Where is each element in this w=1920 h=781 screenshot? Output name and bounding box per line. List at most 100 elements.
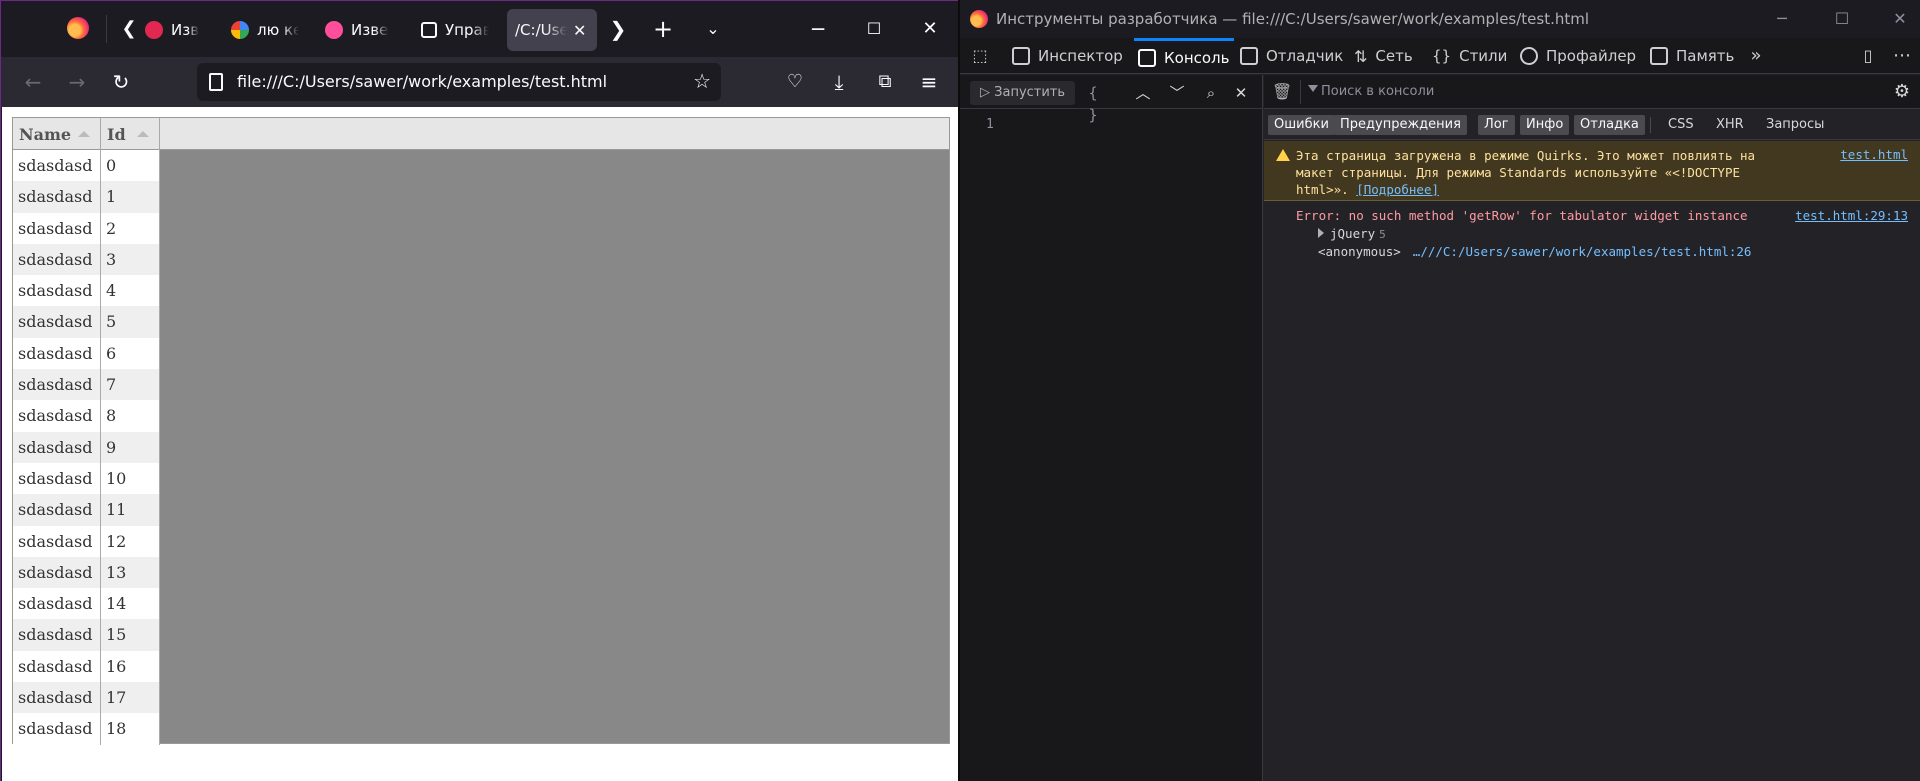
- table-row[interactable]: sdasdasd 15: [13, 619, 160, 651]
- trash-icon[interactable]: 🗑: [1272, 83, 1292, 101]
- maximize-icon[interactable]: ☐: [1828, 6, 1856, 32]
- tab-memory[interactable]: Память: [1650, 38, 1734, 74]
- table-row[interactable]: sdasdasd 13: [13, 556, 160, 589]
- line-number: 1: [986, 117, 994, 132]
- filter-errors-button[interactable]: Ошибки: [1268, 115, 1335, 135]
- table-row[interactable]: sdasdasd 18: [13, 713, 160, 745]
- tab-styles[interactable]: {} Стили: [1432, 38, 1507, 74]
- minimize-icon[interactable]: ─: [1768, 6, 1796, 32]
- tab-profiler[interactable]: Профайлер: [1520, 38, 1636, 74]
- table-row[interactable]: sdasdasd 11: [13, 494, 160, 526]
- table-row[interactable]: sdasdasd 9: [13, 431, 160, 463]
- chevron-down-icon[interactable]: ﹀: [1166, 82, 1188, 104]
- filter-requests-button[interactable]: Запросы: [1760, 115, 1830, 135]
- tab-inspector[interactable]: Инспектор: [1012, 38, 1123, 74]
- close-editor-icon[interactable]: ✕: [1230, 82, 1252, 104]
- pocket-icon[interactable]: ♡: [781, 68, 809, 96]
- table-row[interactable]: sdasdasd 5: [13, 306, 160, 338]
- learn-more-link[interactable]: [Подробнее]: [1356, 182, 1439, 197]
- minimize-icon[interactable]: ─: [804, 15, 832, 43]
- filter-debug-button[interactable]: Отладка: [1574, 115, 1645, 135]
- filter-xhr-button[interactable]: XHR: [1710, 115, 1750, 135]
- tab-active[interactable]: /C:/Use ✕: [507, 9, 597, 51]
- tab-network[interactable]: ⇅ Сеть: [1354, 38, 1413, 74]
- filter-log-button[interactable]: Лог: [1478, 115, 1515, 135]
- filter-separator: [1650, 117, 1651, 133]
- console-editor-pane: ▷ Запустить { } ︿ ﹀ ⌕ ✕ 1: [960, 75, 1263, 781]
- tab-label: Консоль: [1164, 48, 1230, 67]
- firefox-logo-icon[interactable]: [67, 17, 89, 39]
- close-window-icon[interactable]: ✕: [916, 15, 944, 43]
- table-row[interactable]: sdasdasd 3: [13, 243, 160, 276]
- table-row[interactable]: sdasdasd 12: [13, 525, 160, 557]
- tab-2[interactable]: лю ке: [223, 9, 307, 51]
- run-button[interactable]: ▷ Запустить: [970, 81, 1076, 105]
- filter-info-button[interactable]: Инфо: [1520, 115, 1570, 135]
- pretty-print-icon[interactable]: { }: [1082, 82, 1104, 124]
- gear-icon[interactable]: ⚙: [1892, 82, 1912, 102]
- cell-name: sdasdasd: [13, 713, 101, 745]
- trace-location-link[interactable]: …///C:/Users/sawer/work/examples/test.ht…: [1413, 244, 1752, 259]
- table-row[interactable]: sdasdasd 7: [13, 369, 160, 401]
- table-row[interactable]: sdasdasd 10: [13, 462, 160, 495]
- table-row[interactable]: sdasdasd 17: [13, 682, 160, 714]
- new-tab-plus-icon[interactable]: +: [649, 15, 677, 43]
- filter-css-button[interactable]: CSS: [1662, 115, 1700, 135]
- warning-source-link[interactable]: test.html: [1840, 147, 1908, 162]
- maximize-icon[interactable]: ☐: [860, 15, 888, 43]
- tab-4[interactable]: Управ: [413, 9, 497, 51]
- extensions-icon[interactable]: ⧉: [871, 68, 899, 96]
- tab-console[interactable]: Консоль: [1134, 38, 1234, 74]
- cell-name: sdasdasd: [13, 556, 101, 589]
- tab-label: Отладчик: [1266, 47, 1344, 65]
- download-icon[interactable]: ⤓: [825, 68, 853, 96]
- sort-arrow-icon[interactable]: [137, 131, 149, 137]
- tab-label: Стили: [1459, 47, 1508, 65]
- tab-debugger[interactable]: Отладчик: [1240, 38, 1343, 74]
- element-picker-icon[interactable]: ⬚: [970, 46, 990, 66]
- chevron-up-icon[interactable]: ︿: [1132, 82, 1154, 104]
- error-source-link[interactable]: test.html:29:13: [1795, 208, 1908, 223]
- console-warning-message: Эта страница загружена в режиме Quirks. …: [1264, 141, 1920, 201]
- column-header-name[interactable]: Name: [13, 118, 101, 150]
- forward-arrow-icon[interactable]: →: [63, 68, 91, 96]
- table-row[interactable]: sdasdasd 1: [13, 181, 160, 213]
- close-window-icon[interactable]: ✕: [1886, 6, 1914, 32]
- tab-1[interactable]: Извес: [137, 9, 207, 51]
- cell-id: 4: [101, 275, 160, 307]
- bookmark-star-icon[interactable]: ☆: [693, 69, 711, 93]
- cell-name: sdasdasd: [13, 243, 101, 276]
- close-icon[interactable]: ✕: [573, 21, 586, 40]
- google-icon: [231, 21, 249, 39]
- reload-icon[interactable]: ↻: [107, 68, 135, 96]
- console-filter-input[interactable]: Поиск в консоли: [1300, 80, 1860, 104]
- inspector-icon: [1012, 47, 1030, 65]
- stack-trace-row[interactable]: jQuery 5: [1318, 226, 1386, 241]
- tab-label: Сеть: [1375, 47, 1413, 65]
- table-row[interactable]: sdasdasd 0: [13, 150, 160, 182]
- back-arrow-icon[interactable]: ←: [19, 68, 47, 96]
- table-row[interactable]: sdasdasd 2: [13, 212, 160, 244]
- devtools-tabs: ⬚ Инспектор Консоль Отладчик ⇅ Сеть {} С…: [960, 38, 1920, 74]
- debugger-icon: [1240, 47, 1258, 65]
- expand-triangle-icon[interactable]: [1318, 228, 1324, 238]
- search-zoom-icon[interactable]: ⌕: [1200, 82, 1222, 104]
- chevron-right-icon[interactable]: ❯: [604, 15, 632, 43]
- more-tabs-chevron-icon[interactable]: »: [1746, 46, 1766, 66]
- url-bar[interactable]: file:///C:/Users/sawer/work/examples/tes…: [197, 63, 721, 101]
- chevron-down-icon[interactable]: ⌄: [699, 15, 727, 43]
- error-text: Error: no such method 'getRow' for tabul…: [1296, 208, 1748, 223]
- dock-toggle-icon[interactable]: ▯: [1858, 46, 1878, 66]
- table-row[interactable]: sdasdasd 8: [13, 400, 160, 432]
- table-row[interactable]: sdasdasd 14: [13, 588, 160, 620]
- table-row[interactable]: sdasdasd 6: [13, 337, 160, 370]
- table-row[interactable]: sdasdasd 16: [13, 650, 160, 683]
- column-header-id[interactable]: Id: [101, 118, 160, 150]
- sort-arrow-icon[interactable]: [78, 131, 90, 137]
- trace-count: 5: [1379, 228, 1386, 241]
- menu-hamburger-icon[interactable]: ≡: [915, 68, 943, 96]
- kebab-menu-icon[interactable]: ⋯: [1892, 46, 1912, 66]
- tab-3[interactable]: Извес: [317, 9, 397, 51]
- filter-warnings-button[interactable]: Предупреждения: [1334, 115, 1467, 135]
- table-row[interactable]: sdasdasd 4: [13, 275, 160, 307]
